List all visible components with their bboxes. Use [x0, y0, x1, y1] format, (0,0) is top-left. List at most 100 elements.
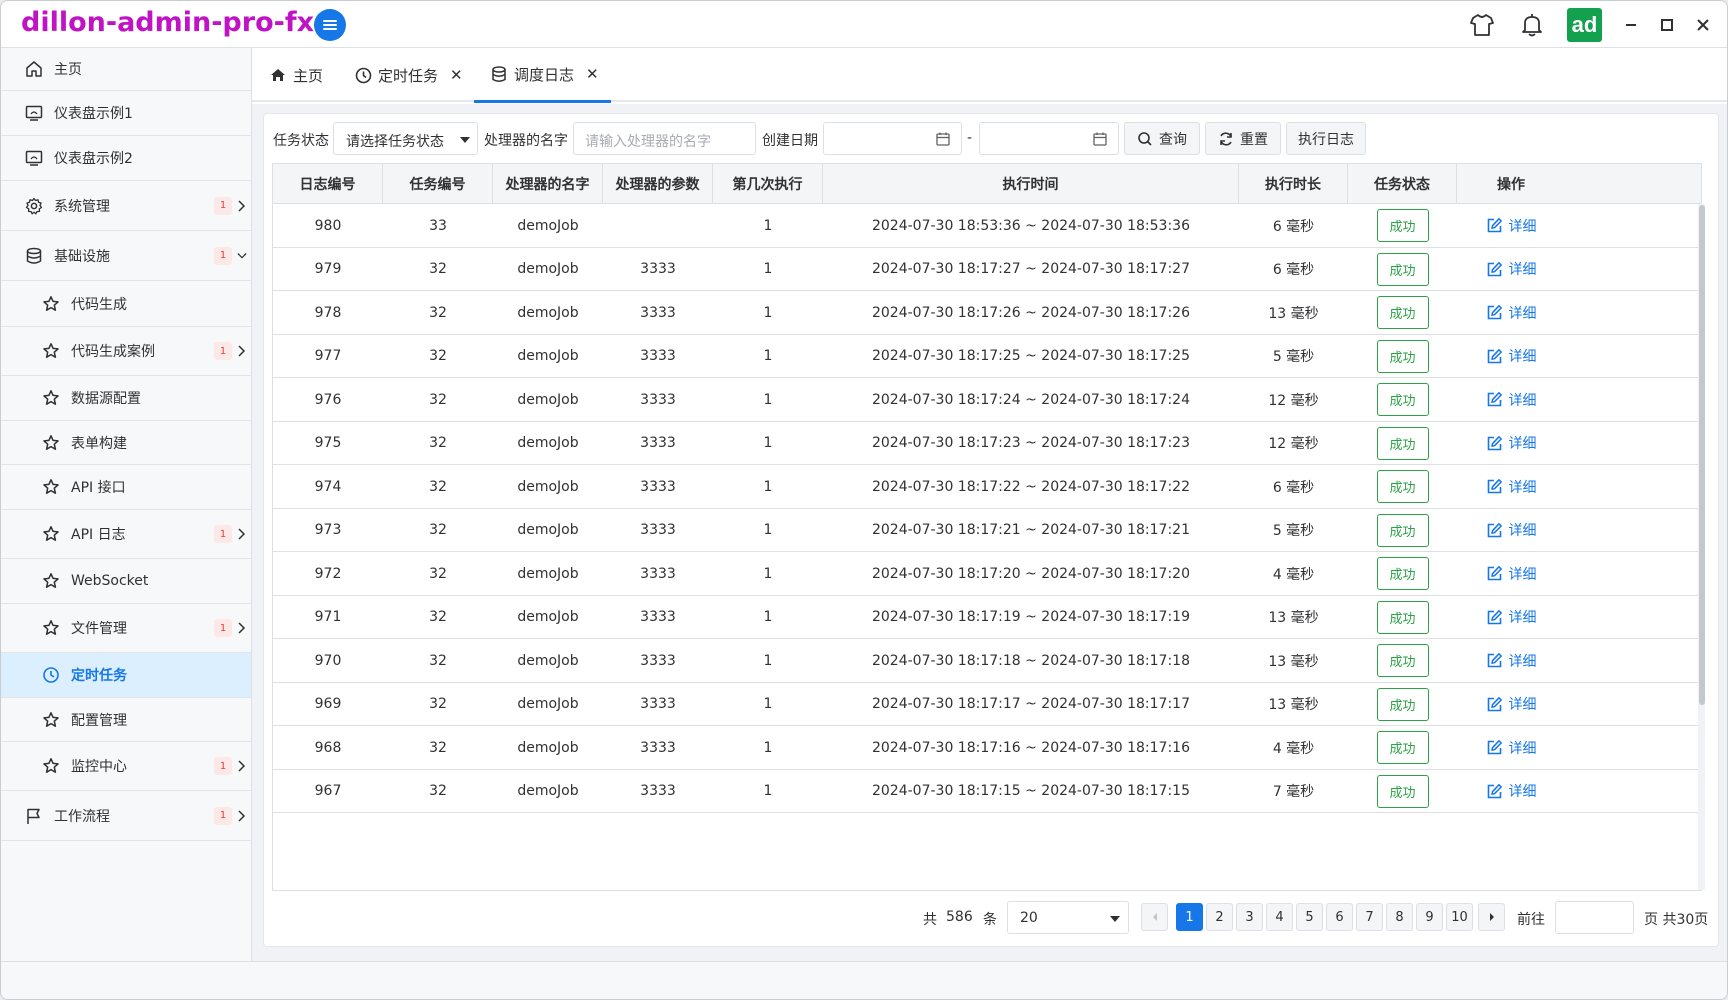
avatar[interactable]: ad: [1567, 8, 1602, 42]
tab-schedule-log[interactable]: 调度日志 ✕: [474, 48, 611, 103]
close-window-button[interactable]: [1689, 11, 1717, 39]
cell-times: 1: [763, 217, 773, 234]
detail-label: 详细: [1508, 653, 1537, 670]
detail-button[interactable]: 详细: [1486, 607, 1537, 627]
detail-button[interactable]: 详细: [1486, 390, 1537, 410]
sidebar-item-1[interactable]: 仪表盘示例1: [1, 91, 251, 136]
query-button[interactable]: 查询: [1124, 122, 1200, 155]
edit-icon: [1487, 348, 1502, 364]
home-icon: [269, 66, 287, 84]
start-date-input[interactable]: [823, 122, 962, 155]
next-page-button[interactable]: [1478, 903, 1505, 931]
goto-page-input[interactable]: [1555, 901, 1634, 934]
detail-button[interactable]: 详细: [1486, 303, 1537, 323]
sidebar-item-9[interactable]: API 接口: [1, 465, 251, 510]
tab-home[interactable]: 主页: [269, 48, 323, 102]
menu-toggle-button[interactable]: [314, 9, 346, 41]
cell-status: 成功: [1348, 552, 1457, 596]
notification-button[interactable]: [1517, 10, 1547, 40]
detail-button[interactable]: 详细: [1486, 694, 1537, 714]
cell-id: 978: [314, 304, 342, 321]
page-button[interactable]: 10: [1446, 903, 1473, 931]
cell-job: 32: [429, 739, 447, 756]
reset-button[interactable]: 重置: [1205, 122, 1281, 155]
page-button[interactable]: 8: [1386, 903, 1413, 931]
pagination-total-prefix: 共: [923, 912, 937, 928]
minimize-button[interactable]: [1617, 11, 1645, 39]
column-header[interactable]: 执行时间: [823, 164, 1239, 204]
detail-button[interactable]: 详细: [1486, 259, 1537, 279]
column-header[interactable]: 处理器的名字: [493, 164, 603, 204]
prev-page-button[interactable]: [1141, 903, 1168, 931]
status-badge: 成功: [1376, 644, 1429, 678]
home-icon: [24, 59, 44, 79]
tab-close-icon[interactable]: ✕: [586, 65, 599, 83]
sidebar-item-12[interactable]: 文件管理 1: [1, 604, 251, 653]
sidebar-item-5[interactable]: 代码生成: [1, 281, 251, 327]
tab-scheduled-tasks[interactable]: 定时任务 ✕: [354, 48, 463, 102]
page-button[interactable]: 3: [1236, 903, 1263, 931]
column-header[interactable]: 任务编号: [383, 164, 493, 204]
end-date-input[interactable]: [979, 122, 1119, 155]
sidebar-item-3[interactable]: 系统管理 1: [1, 181, 251, 231]
detail-button[interactable]: 详细: [1486, 477, 1537, 497]
sidebar-item-11[interactable]: WebSocket: [1, 559, 251, 604]
page-button[interactable]: 5: [1296, 903, 1323, 931]
sidebar-item-15[interactable]: 监控中心 1: [1, 742, 251, 791]
sidebar-item-7[interactable]: 数据源配置: [1, 376, 251, 421]
sidebar-item-6[interactable]: 代码生成案例 1: [1, 327, 251, 376]
sidebar-item-4[interactable]: 基础设施 1: [1, 231, 251, 281]
table-row: 970 32 demoJob 3333 1 2024-07-30 18:17:18 ~ 2…: [273, 639, 1701, 683]
status-select[interactable]: 请选择任务状态: [333, 122, 478, 155]
page-button[interactable]: 2: [1206, 903, 1233, 931]
edit-icon: [1487, 566, 1502, 581]
sidebar-item-16[interactable]: 工作流程 1: [1, 791, 251, 841]
page-button[interactable]: 9: [1416, 903, 1443, 931]
column-header[interactable]: 处理器的参数: [603, 164, 713, 204]
sidebar-item-0[interactable]: 主页: [1, 48, 251, 91]
page-size-select[interactable]: 20: [1007, 901, 1129, 934]
detail-button[interactable]: 详细: [1486, 346, 1537, 366]
detail-label: 详细: [1508, 349, 1537, 366]
status-filter-label: 任务状态: [273, 133, 329, 149]
cell-status: 成功: [1348, 639, 1457, 683]
detail-button[interactable]: 详细: [1486, 564, 1537, 584]
page-button[interactable]: 4: [1266, 903, 1293, 931]
cell-time: 2024-07-30 18:17:22 ~ 2024-07-30 18:17:2…: [871, 478, 1190, 495]
page-button[interactable]: 7: [1356, 903, 1383, 931]
cell-param: 3333: [640, 565, 676, 582]
count-badge: 1: [214, 342, 232, 360]
sidebar-item-14[interactable]: 配置管理: [1, 698, 251, 742]
table-row: 973 32 demoJob 3333 1 2024-07-30 18:17:21 ~ 2…: [273, 509, 1701, 552]
detail-button[interactable]: 详细: [1486, 651, 1537, 671]
sidebar-item-label: API 接口: [71, 480, 126, 496]
execution-log-button[interactable]: 执行日志: [1286, 122, 1366, 155]
tab-close-icon[interactable]: ✕: [450, 66, 463, 84]
detail-button[interactable]: 详细: [1486, 216, 1537, 236]
page-button[interactable]: 6: [1326, 903, 1353, 931]
cell-job: 33: [429, 217, 447, 234]
cell-times: 1: [763, 348, 773, 365]
handler-input[interactable]: 请输入处理器的名字: [573, 122, 756, 155]
maximize-button[interactable]: [1653, 11, 1681, 39]
table-scrollbar-thumb[interactable]: [1699, 205, 1705, 705]
sidebar-item-2[interactable]: 仪表盘示例2: [1, 136, 251, 181]
detail-button[interactable]: 详细: [1486, 520, 1537, 540]
detail-button[interactable]: 详细: [1486, 433, 1537, 453]
column-header[interactable]: 执行时长: [1239, 164, 1348, 204]
page-button[interactable]: 1: [1176, 903, 1203, 931]
sidebar-item-10[interactable]: API 日志 1: [1, 510, 251, 559]
cell-action: 详细: [1457, 770, 1565, 814]
column-header[interactable]: 第几次执行: [713, 164, 823, 204]
chevron-right-icon: [237, 809, 247, 823]
theme-button[interactable]: [1467, 10, 1497, 40]
column-header[interactable]: 操作: [1457, 164, 1565, 204]
detail-button[interactable]: 详细: [1486, 738, 1537, 758]
column-header[interactable]: 日志编号: [273, 164, 383, 204]
detail-button[interactable]: 详细: [1486, 781, 1537, 801]
sidebar-item-8[interactable]: 表单构建: [1, 421, 251, 465]
column-header[interactable]: 任务状态: [1348, 164, 1457, 204]
cell-job: 32: [429, 391, 447, 408]
sidebar-item-13[interactable]: 定时任务: [1, 653, 251, 698]
cell-action: 详细: [1457, 683, 1565, 727]
